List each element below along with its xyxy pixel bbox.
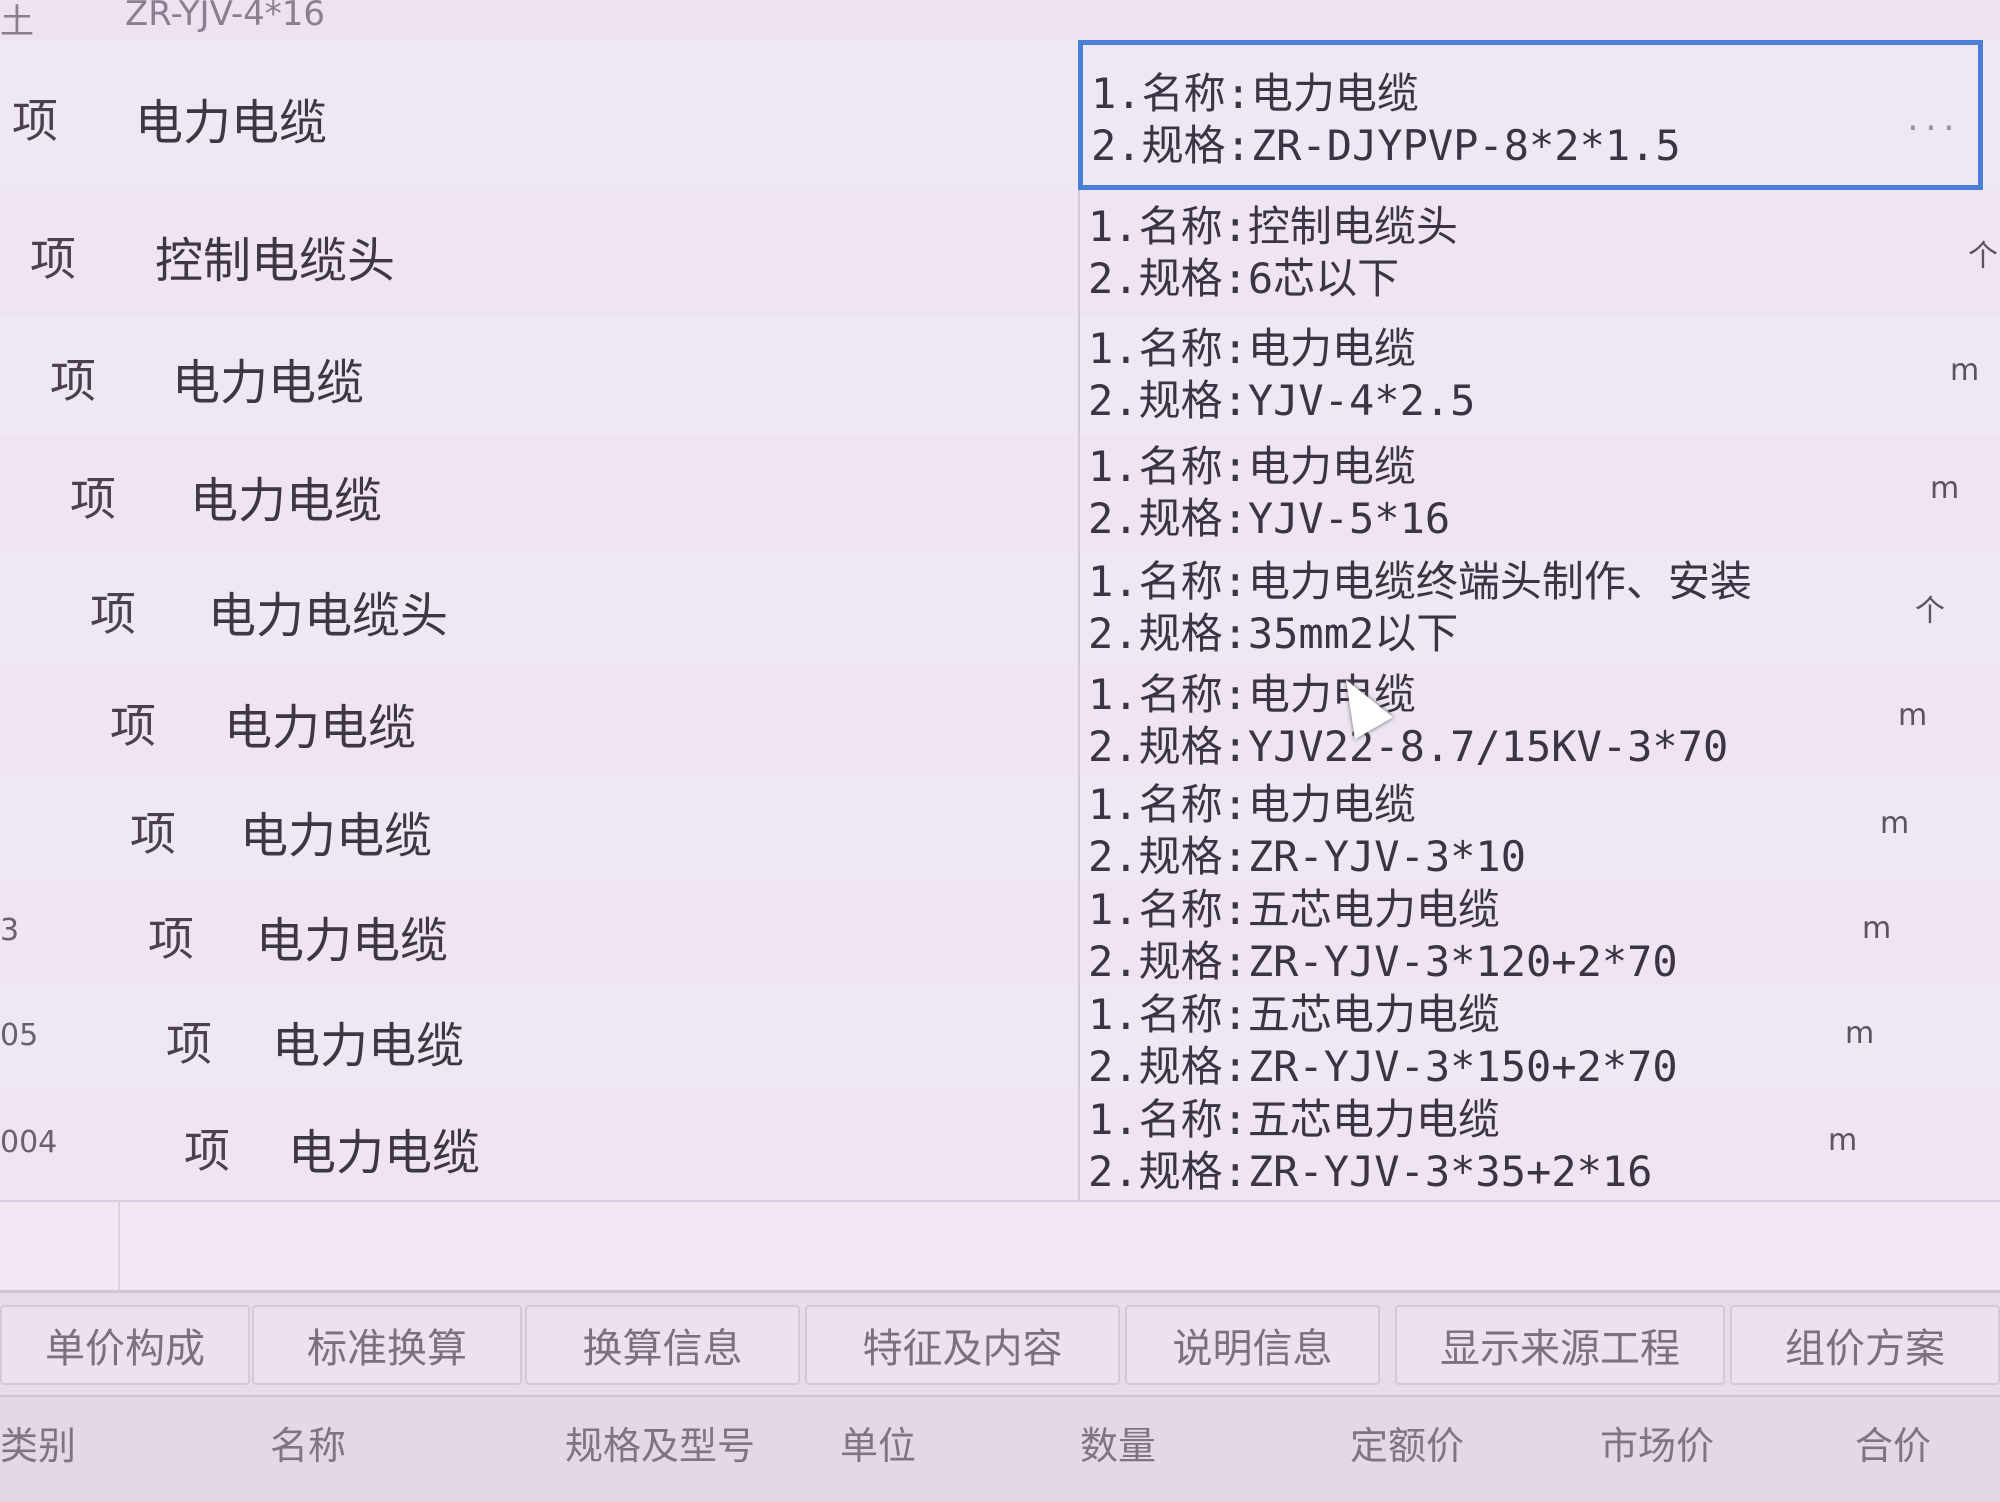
- cost-estimation-app: 土 ZR-YJV-4*16 项电力电缆 1.名称:电力电缆 2.规格:ZR-DJYP…: [0, 0, 2000, 1502]
- row-unit: m: [1862, 910, 1892, 946]
- row-unit: m: [1950, 353, 1980, 388]
- table-row[interactable]: 项电力电缆 1.名称:电力电缆 2.规格:YJV-4*2.5 m: [0, 315, 2000, 437]
- row-features[interactable]: 1.名称:电力电缆 2.规格:YJV-5*16: [1078, 435, 1983, 550]
- feature-line: 2.规格:ZR-YJV-3*10: [1088, 832, 1527, 881]
- tab-5[interactable]: 显示来源工程: [1395, 1305, 1725, 1385]
- table-row[interactable]: 项电力电缆头 1.名称:电力电缆终端头制作、安装 2.规格:35mm2以下个: [0, 550, 2000, 667]
- row-type: 项: [166, 1016, 212, 1071]
- row-name[interactable]: 电力电缆: [272, 1006, 464, 1076]
- column-header-1[interactable]: 名称: [270, 1415, 346, 1470]
- row-features[interactable]: 1.名称:电力电缆 2.规格:ZR-YJV-3*10: [1078, 775, 1983, 881]
- feature-line: 2.规格:ZR-DJYPVP-8*2*1.5: [1091, 121, 1681, 170]
- row-features[interactable]: 1.名称:控制电缆头 2.规格:6芯以下: [1078, 190, 1983, 315]
- table-row[interactable]: 项 电力电缆 1.名称:电力电缆 2.规格:ZR-DJYPVP-8*2*1.5...: [0, 40, 2000, 192]
- row-code: 004: [0, 1125, 58, 1160]
- row-features[interactable]: 1.名称:电力电缆 2.规格:YJV-4*2.5: [1078, 315, 1983, 435]
- top-row-name: ZR-YJV-4*16: [125, 0, 325, 34]
- feature-line: 1.名称:电力电缆: [1088, 324, 1416, 373]
- feature-line: 2.规格:6芯以下: [1088, 253, 1400, 303]
- table-row[interactable]: 项电力电缆 1.名称:电力电缆 2.规格:YJV22-8.7/15KV-3*70 m: [0, 665, 2000, 777]
- bill-items-grid: 项电力电缆 1.名称:电力电缆 2.规格:ZR-DJYPVP-8*2*1.5... 项…: [0, 40, 2000, 1290]
- row-unit: m: [1845, 1015, 1875, 1051]
- column-header-3[interactable]: 单位: [840, 1415, 916, 1470]
- row-features[interactable]: 1.名称:五芯电力电缆 2.规格:ZR-YJV-3*120+2*70: [1078, 880, 1983, 986]
- row-features[interactable]: 1.名称:电力电缆终端头制作、安装 2.规格:35mm2以下: [1078, 550, 1983, 665]
- row-features[interactable]: 1.名称:电力电缆 2.规格:ZR-DJYPVP-8*2*1.5...: [1078, 40, 1983, 190]
- feature-line: 2.规格:YJV-5*16: [1088, 493, 1451, 543]
- row-type: 项: [110, 699, 156, 753]
- row-unit: m: [1898, 698, 1928, 733]
- feature-line: 2.规格:YJV-4*2.5: [1088, 376, 1476, 425]
- column-header-5[interactable]: 定额价: [1350, 1415, 1464, 1470]
- resource-table-header: 类别 名称 规格及型号 单位 数量 定额价 市场价 合价: [0, 1395, 2000, 1502]
- table-row[interactable]: 项控制电缆头 1.名称:控制电缆头 2.规格:6芯以下个: [0, 190, 2000, 317]
- column-header-7[interactable]: 合价: [1855, 1415, 1931, 1470]
- row-type: 项: [70, 471, 116, 526]
- detail-tabs-bar: 单价构成 标准换算 换算信息 特征及内容 说明信息 显示来源工程 组价方案: [0, 1290, 2000, 1398]
- row-type: 项: [90, 586, 136, 641]
- row-code: 05: [0, 1017, 39, 1053]
- row-unit: 个: [1968, 238, 1998, 274]
- feature-line: 1.名称:电力电缆: [1091, 69, 1419, 118]
- column-header-6[interactable]: 市场价: [1600, 1415, 1714, 1470]
- row-type: 项: [50, 354, 96, 408]
- tab-6[interactable]: 组价方案: [1730, 1305, 2000, 1385]
- top-row-type: 土: [0, 2, 34, 42]
- table-row[interactable]: 项电力电缆 1.名称:电力电缆 2.规格:ZR-YJV-3*10 m: [0, 775, 2000, 882]
- tab-2[interactable]: 换算信息: [525, 1305, 800, 1385]
- row-name[interactable]: 电力电缆: [190, 461, 382, 531]
- feature-line: 1.名称:电力电缆终端头制作、安装: [1088, 556, 1752, 606]
- column-header-4[interactable]: 数量: [1080, 1415, 1156, 1470]
- partial-top-row[interactable]: 土 ZR-YJV-4*16: [0, 0, 2000, 42]
- column-header-0[interactable]: 类别: [0, 1415, 76, 1470]
- column-header-2[interactable]: 规格及型号: [565, 1415, 755, 1470]
- feature-line: 2.规格:35mm2以下: [1088, 608, 1459, 658]
- row-unit: 个: [1915, 593, 1945, 629]
- row-name[interactable]: 电力电缆头: [208, 576, 448, 646]
- table-row[interactable]: 项电力电缆 1.名称:电力电缆 2.规格:YJV-5*16 m: [0, 435, 2000, 552]
- table-row[interactable]: 004 项电力电缆 1.名称:五芯电力电缆 2.规格:ZR-YJV-3*35+2*16…: [0, 1090, 2000, 1202]
- feature-line: 1.名称:五芯电力电缆: [1088, 885, 1500, 934]
- feature-line: 1.名称:电力电缆: [1088, 441, 1416, 491]
- row-type: 项: [30, 231, 76, 286]
- row-type: 项: [148, 911, 194, 966]
- feature-line: 2.规格:YJV22-8.7/15KV-3*70: [1088, 722, 1729, 771]
- edit-ellipsis-button[interactable]: ...: [1904, 103, 1958, 138]
- feature-line: 2.规格:ZR-YJV-3*120+2*70: [1088, 937, 1678, 986]
- row-type: 项: [12, 94, 58, 148]
- row-type: 项: [130, 806, 176, 861]
- table-row[interactable]: 05 项电力电缆 1.名称:五芯电力电缆 2.规格:ZR-YJV-3*150+2*70…: [0, 985, 2000, 1092]
- tab-1[interactable]: 标准换算: [252, 1305, 522, 1385]
- tab-0[interactable]: 单价构成: [0, 1305, 250, 1385]
- row-name[interactable]: 电力电缆: [240, 796, 432, 866]
- tab-4[interactable]: 说明信息: [1125, 1305, 1380, 1385]
- row-unit: m: [1930, 470, 1960, 506]
- row-name[interactable]: 控制电缆头: [155, 221, 395, 291]
- row-name[interactable]: 电力电缆: [288, 1113, 480, 1183]
- row-name[interactable]: 电力电缆: [135, 83, 327, 153]
- row-name[interactable]: 电力电缆: [256, 901, 448, 971]
- tab-3[interactable]: 特征及内容: [805, 1305, 1120, 1385]
- feature-line: 1.名称:电力电缆: [1088, 670, 1416, 719]
- row-unit: m: [1828, 1123, 1858, 1158]
- row-code: 3: [0, 912, 20, 948]
- row-name[interactable]: 电力电缆: [172, 343, 364, 413]
- row-name[interactable]: 电力电缆: [224, 688, 416, 758]
- row-type: 项: [184, 1124, 230, 1178]
- feature-line: 1.名称:控制电缆头: [1088, 201, 1458, 251]
- feature-line: 1.名称:电力电缆: [1088, 780, 1416, 829]
- row-unit: m: [1880, 805, 1910, 841]
- row-features[interactable]: 1.名称:电力电缆 2.规格:YJV22-8.7/15KV-3*70: [1078, 665, 1983, 775]
- table-row[interactable]: 3 项电力电缆 1.名称:五芯电力电缆 2.规格:ZR-YJV-3*120+2*70 m: [0, 880, 2000, 987]
